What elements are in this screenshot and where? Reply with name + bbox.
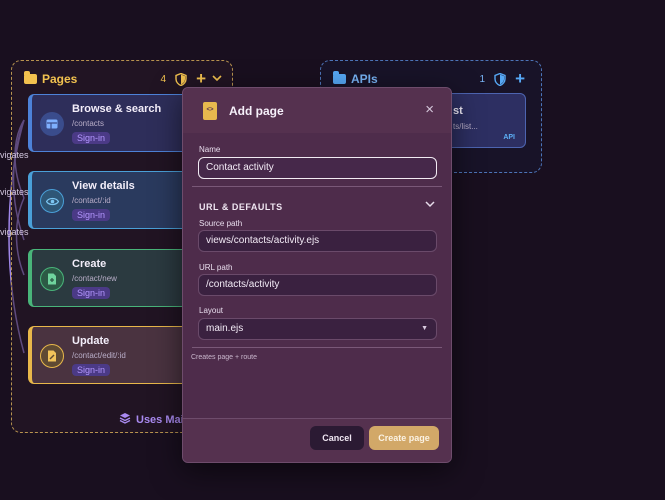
chevron-down-icon[interactable]: [212, 73, 222, 85]
shield-icon[interactable]: [493, 72, 507, 86]
add-api-icon[interactable]: +: [515, 70, 525, 87]
layout-select[interactable]: main.ejs ▼: [198, 318, 437, 340]
layers-icon: [119, 412, 131, 427]
node-title: View details: [72, 180, 135, 192]
modal-header: Add page ×: [183, 88, 451, 133]
shield-icon[interactable]: [174, 72, 188, 86]
api-badge: API: [503, 134, 515, 141]
canvas[interactable]: Pages 4 + Uses Main APIs 1 + Browse & se…: [0, 0, 665, 500]
api-node-path: ts/list...: [453, 122, 478, 131]
node-path: /contact/:id: [72, 196, 111, 205]
apis-count: 1: [479, 73, 486, 85]
node-title: Update: [72, 335, 110, 347]
pages-count: 4: [160, 73, 167, 85]
caret-down-icon: ▼: [421, 325, 428, 332]
node-title: Browse & search: [72, 103, 162, 115]
cancel-button[interactable]: Cancel: [310, 426, 364, 450]
divider: [192, 347, 442, 348]
edge-label: vigates: [0, 187, 29, 197]
api-node-title: st: [453, 105, 463, 117]
group-footer[interactable]: Uses Main: [119, 412, 190, 427]
file-code-icon: [203, 102, 217, 120]
divider: [192, 186, 442, 187]
file-add-icon: [40, 267, 64, 291]
add-page-icon[interactable]: +: [196, 70, 206, 87]
folder-icon: [333, 71, 346, 84]
source-path-input[interactable]: views/contacts/activity.ejs: [198, 230, 437, 252]
edge-label: vigates: [0, 150, 29, 160]
name-input[interactable]: Contact activity: [198, 157, 437, 179]
pages-group-title: Pages: [42, 72, 78, 86]
chevron-down-icon[interactable]: [425, 199, 435, 211]
sign-in-badge: Sign-in: [72, 209, 111, 221]
url-path-input[interactable]: /contacts/activity: [198, 274, 437, 296]
section-title: URL & DEFAULTS: [199, 202, 283, 212]
url-path-label: URL path: [199, 263, 233, 272]
sign-in-badge: Sign-in: [72, 287, 111, 299]
node-path: /contacts: [72, 119, 105, 128]
create-page-button[interactable]: Create page: [369, 426, 439, 450]
apis-group-header: APIs 1 +: [333, 69, 531, 89]
layout-select-value: main.ejs: [206, 323, 244, 334]
helper-text: Creates page + route: [191, 354, 257, 361]
node-title: Create: [72, 258, 107, 270]
modal-footer: Cancel Create page: [183, 418, 451, 462]
source-path-label: Source path: [199, 219, 243, 228]
apis-group-title: APIs: [351, 72, 378, 86]
edge-label: vigates: [0, 227, 29, 237]
node-path: /contact/edit/:id: [72, 351, 126, 360]
name-label: Name: [199, 145, 221, 154]
sign-in-badge: Sign-in: [72, 364, 111, 376]
folder-icon: [24, 71, 37, 84]
layout-label: Layout: [199, 306, 224, 315]
add-page-modal[interactable]: Add page × Name Contact activity URL & D…: [182, 87, 452, 463]
sign-in-badge: Sign-in: [72, 132, 111, 144]
modal-title: Add page: [229, 104, 284, 118]
close-icon[interactable]: ×: [425, 101, 434, 118]
pages-group-header: Pages 4 +: [24, 69, 222, 89]
table-icon: [40, 112, 64, 136]
file-edit-icon: [40, 344, 64, 368]
node-path: /contact/new: [72, 274, 117, 283]
eye-icon: [40, 189, 64, 213]
